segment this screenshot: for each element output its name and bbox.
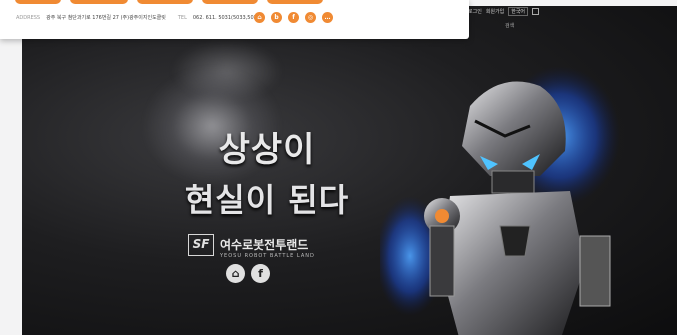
- blog-icon[interactable]: b: [271, 12, 282, 23]
- popup-tab-button[interactable]: [137, 0, 193, 4]
- instagram-icon[interactable]: ◎: [305, 12, 316, 23]
- popup-tab-button[interactable]: [70, 0, 128, 4]
- brand-logo[interactable]: SF 여수로봇전투랜드 YEOSU ROBOT BATTLE LAND: [188, 230, 328, 264]
- facebook-icon[interactable]: f: [251, 264, 270, 283]
- page: 상상이 현실이 된다 SF 여수로봇전투랜드 YEOSU ROBOT BATTL…: [0, 0, 677, 335]
- signup-link[interactable]: 회원가입: [486, 8, 504, 15]
- facebook-icon[interactable]: f: [288, 12, 299, 23]
- info-popup: ADDRESS 광주 북구 첨단과기로 176번길 27 (주)광주이지인도클릿…: [0, 0, 469, 39]
- contact-info: ADDRESS 광주 북구 첨단과기로 176번길 27 (주)광주이지인도클릿…: [16, 14, 262, 22]
- popup-tab-button[interactable]: [202, 0, 258, 4]
- home-icon[interactable]: ⌂: [254, 12, 265, 23]
- login-link[interactable]: 로그인: [468, 8, 482, 15]
- address-label: ADDRESS: [16, 14, 41, 21]
- home-icon[interactable]: ⌂: [226, 264, 245, 283]
- tel-value: 062. 611. 5031(5033,5037): [192, 14, 262, 21]
- kakao-icon[interactable]: …: [322, 12, 333, 23]
- hero-social-links: ⌂ f: [226, 264, 270, 283]
- headline-line-1: 상상이: [218, 130, 316, 170]
- logo-name: 여수로봇전투랜드: [220, 238, 309, 252]
- menu-grid-icon[interactable]: [532, 8, 540, 15]
- hero-banner: 상상이 현실이 된다 SF 여수로봇전투랜드 YEOSU ROBOT BATTL…: [22, 6, 677, 335]
- address-value: 광주 북구 첨단과기로 176번길 27 (주)광주이지인도클릿: [46, 15, 166, 21]
- robot-illustration: [380, 66, 620, 335]
- logo-subtitle: YEOSU ROBOT BATTLE LAND: [220, 253, 315, 259]
- popup-tab-button[interactable]: [15, 0, 61, 4]
- hero-headline: 상상이 현실이 된다: [152, 122, 382, 221]
- popup-social-icons: ⌂ b f ◎ …: [254, 12, 333, 23]
- popup-tab-button[interactable]: [267, 0, 323, 4]
- headline-line-2: 현실이 된다: [184, 181, 350, 219]
- language-button[interactable]: 한국어: [508, 7, 529, 16]
- popup-tab-buttons: [15, 0, 323, 4]
- tel-label: TEL: [177, 14, 187, 21]
- search-label[interactable]: 검색: [505, 22, 514, 29]
- top-utility-links: 로그인 회원가입 한국어: [468, 7, 540, 16]
- logo-mark: SF: [188, 234, 214, 256]
